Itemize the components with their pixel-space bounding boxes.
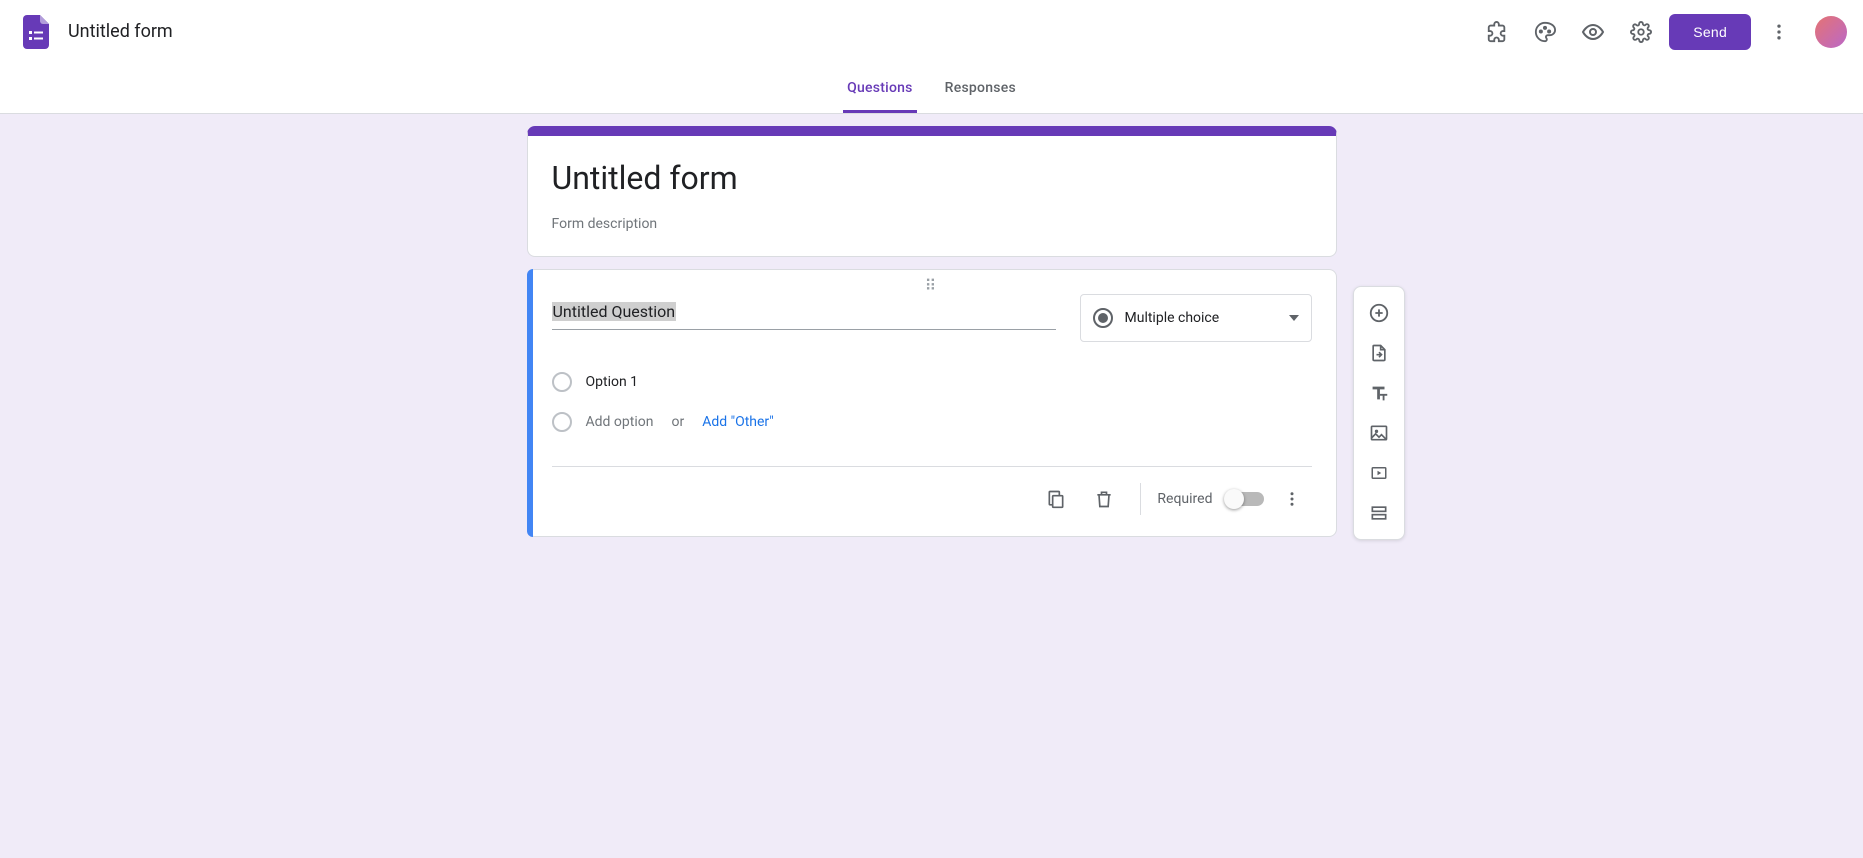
forms-app-icon[interactable] xyxy=(16,12,56,52)
eye-icon xyxy=(1581,20,1605,44)
form-description-input[interactable]: Form description xyxy=(552,216,1312,232)
puzzle-icon xyxy=(1486,21,1508,43)
question-card[interactable]: ⠿ Untitled Question Multiple choice Opti… xyxy=(527,269,1337,537)
add-image-button[interactable] xyxy=(1359,413,1399,453)
add-video-button[interactable] xyxy=(1359,453,1399,493)
option-text-input[interactable]: Option 1 xyxy=(586,374,639,390)
chevron-down-icon xyxy=(1289,315,1299,321)
question-header-row: Untitled Question Multiple choice xyxy=(552,294,1312,342)
image-icon xyxy=(1369,423,1389,443)
trash-icon xyxy=(1094,488,1114,510)
more-vert-icon xyxy=(1769,22,1789,42)
add-option-row: Add option or Add "Other" xyxy=(552,402,1312,442)
plus-circle-icon xyxy=(1368,302,1390,324)
tab-questions[interactable]: Questions xyxy=(843,80,917,113)
import-questions-button[interactable] xyxy=(1359,333,1399,373)
required-toggle[interactable] xyxy=(1227,492,1264,506)
more-vert-icon xyxy=(1283,490,1301,508)
form-canvas: Untitled form Form description ⠿ Untitle… xyxy=(0,114,1863,589)
settings-button[interactable] xyxy=(1621,12,1661,52)
video-icon xyxy=(1368,464,1390,482)
section-icon xyxy=(1369,503,1389,523)
palette-icon xyxy=(1534,21,1556,43)
radio-icon xyxy=(1093,308,1113,328)
radio-outline-icon xyxy=(552,412,572,432)
form-title-card[interactable]: Untitled form Form description xyxy=(527,126,1337,257)
app-header: Untitled form xyxy=(0,0,1863,114)
question-title-wrap: Untitled Question xyxy=(552,294,1056,330)
duplicate-button[interactable] xyxy=(1036,479,1076,519)
delete-button[interactable] xyxy=(1084,479,1124,519)
option-row[interactable]: Option 1 xyxy=(552,362,1312,402)
header-actions: Send xyxy=(1477,12,1847,52)
account-avatar[interactable] xyxy=(1815,16,1847,48)
question-type-label: Multiple choice xyxy=(1125,310,1220,326)
form-name-input[interactable]: Untitled form xyxy=(68,21,1477,42)
required-label: Required xyxy=(1157,491,1212,507)
question-more-button[interactable] xyxy=(1272,479,1312,519)
form-canvas-inner: Untitled form Form description ⠿ Untitle… xyxy=(527,126,1337,549)
send-button[interactable]: Send xyxy=(1669,14,1751,50)
copy-icon xyxy=(1046,488,1066,510)
add-question-button[interactable] xyxy=(1359,293,1399,333)
form-title-input[interactable]: Untitled form xyxy=(552,158,1312,198)
add-section-button[interactable] xyxy=(1359,493,1399,533)
import-icon xyxy=(1369,342,1389,364)
gear-icon xyxy=(1630,21,1652,43)
add-other-button[interactable]: Add "Other" xyxy=(702,414,774,430)
floating-toolbar xyxy=(1353,286,1405,540)
question-footer: Required xyxy=(552,466,1312,530)
title-icon xyxy=(1368,382,1390,404)
addons-button[interactable] xyxy=(1477,12,1517,52)
or-label: or xyxy=(671,414,684,430)
question-type-dropdown[interactable]: Multiple choice xyxy=(1080,294,1312,342)
preview-button[interactable] xyxy=(1573,12,1613,52)
tabs-bar: Questions Responses xyxy=(0,63,1863,113)
customize-theme-button[interactable] xyxy=(1525,12,1565,52)
question-options: Option 1 Add option or Add "Other" xyxy=(552,362,1312,442)
footer-divider xyxy=(1140,483,1141,515)
more-menu-button[interactable] xyxy=(1759,12,1799,52)
add-option-button[interactable]: Add option xyxy=(586,414,654,430)
add-title-button[interactable] xyxy=(1359,373,1399,413)
drag-handle-icon[interactable]: ⠿ xyxy=(925,276,939,295)
tab-responses[interactable]: Responses xyxy=(941,80,1020,113)
header-top-row: Untitled form xyxy=(0,0,1863,63)
radio-outline-icon xyxy=(552,372,572,392)
question-title-input[interactable]: Untitled Question xyxy=(552,294,1056,330)
